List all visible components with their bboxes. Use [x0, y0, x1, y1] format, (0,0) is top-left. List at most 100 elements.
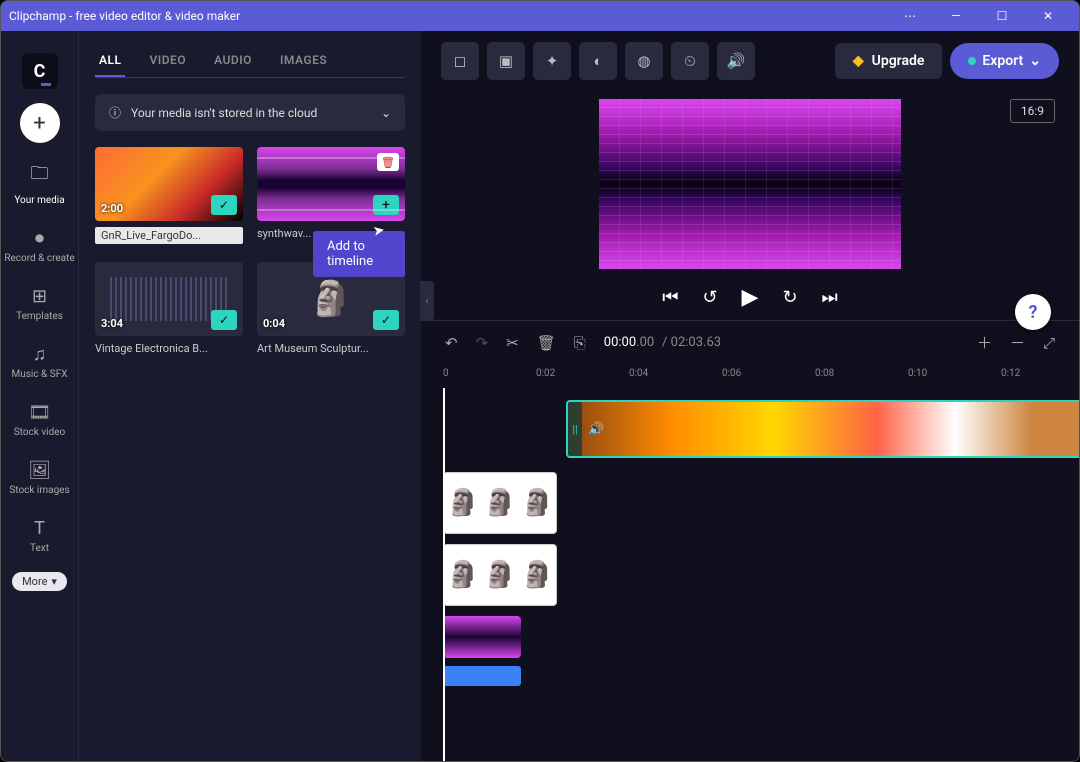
- mouse-cursor-icon: ➤: [372, 222, 386, 240]
- total-time: 02:03: [671, 335, 703, 350]
- audio-button[interactable]: 🔊: [717, 42, 755, 80]
- status-dot-icon: [968, 57, 976, 65]
- speaker-icon[interactable]: 🔊: [582, 422, 610, 437]
- timeline-clip-video[interactable]: 🗿 🗿 🗿: [443, 544, 557, 606]
- copy-button[interactable]: ⎘: [574, 334, 586, 352]
- more-dots-button[interactable]: ⋯: [887, 1, 933, 31]
- speed-button[interactable]: ⏲: [671, 42, 709, 80]
- help-button[interactable]: ?: [1015, 294, 1051, 330]
- timeline-ruler[interactable]: 0 0:02 0:04 0:06 0:08 0:10 0:12: [421, 364, 1079, 388]
- contrast-button[interactable]: ◐: [579, 42, 617, 80]
- current-time: 00:00: [604, 335, 636, 350]
- fx-button[interactable]: ✦: [533, 42, 571, 80]
- timecode-display: 00:00.00 / 02:03.63: [604, 335, 721, 350]
- thumbnail-glyph: 🗿: [484, 560, 516, 590]
- rail-label: Stock video: [14, 427, 66, 438]
- cloud-notice-text: Your media isn't stored in the cloud: [131, 106, 317, 120]
- add-to-timeline-button[interactable]: +: [373, 195, 399, 215]
- split-button[interactable]: ✂: [506, 334, 519, 352]
- rail-stock-images[interactable]: 🖼 Stock images: [1, 456, 78, 500]
- rail-more-button[interactable]: More ▾: [12, 572, 67, 591]
- zoom-out-button[interactable]: －: [1010, 332, 1025, 353]
- cloud-storage-notice[interactable]: ⓘ Your media isn't stored in the cloud ⌄: [95, 94, 405, 131]
- zoom-in-button[interactable]: ＋: [977, 332, 992, 353]
- video-preview[interactable]: [599, 99, 901, 269]
- thumbnail-glyph: 🗿: [446, 560, 478, 590]
- added-check-icon: ✓: [211, 310, 237, 330]
- add-media-button[interactable]: +: [20, 103, 60, 143]
- export-button[interactable]: Export ⌄: [950, 43, 1059, 79]
- skip-back-button[interactable]: ⏮: [662, 287, 678, 308]
- chevron-down-icon: ▾: [51, 575, 57, 588]
- close-window-button[interactable]: ✕: [1025, 1, 1071, 31]
- skip-forward-button[interactable]: ⏭: [822, 287, 838, 308]
- timeline-toolbar: ↶ ↷ ✂ 🗑 ⎘ 00:00.00 / 02:03.63 ＋ － ⤢: [421, 320, 1079, 364]
- play-button[interactable]: ▶: [742, 285, 759, 310]
- rail-label: Templates: [16, 311, 63, 322]
- ruler-tick: 0:08: [815, 368, 834, 379]
- minimize-button[interactable]: —: [933, 1, 979, 31]
- media-filename: Vintage Electronica B...: [95, 342, 243, 355]
- media-item[interactable]: 3:04 ✓ Vintage Electronica B...: [95, 262, 243, 355]
- timeline-tracks[interactable]: || 🔊 🗿 🗿 🗿 🗿 🗿 🗿: [421, 388, 1079, 761]
- ruler-tick: 0:06: [722, 368, 741, 379]
- maximize-button[interactable]: ☐: [979, 1, 1025, 31]
- timeline-clip-audio[interactable]: [443, 666, 521, 686]
- tab-all[interactable]: ALL: [95, 45, 125, 77]
- playhead[interactable]: [443, 388, 445, 761]
- media-item[interactable]: 🗑 + synthwav... Add to timeline ➤: [257, 147, 405, 244]
- media-thumbnail[interactable]: 2:00 ✓: [95, 147, 243, 221]
- media-tabs: ALL VIDEO AUDIO IMAGES: [95, 45, 405, 78]
- media-duration: 3:04: [101, 317, 123, 330]
- forward-5-button[interactable]: ↻: [782, 287, 797, 308]
- undo-button[interactable]: ↶: [445, 334, 458, 352]
- upgrade-label: Upgrade: [872, 53, 925, 69]
- filters-button[interactable]: ◍: [625, 42, 663, 80]
- more-label: More: [22, 575, 47, 588]
- timeline-clip-video[interactable]: 🗿 🗿 🗿: [443, 472, 557, 534]
- thumbnail-glyph: 🗿: [521, 488, 553, 518]
- media-filename: GnR_Live_FargoDo...: [95, 227, 243, 244]
- panel-collapse-handle[interactable]: ‹: [420, 281, 434, 321]
- diamond-icon: ◆: [853, 53, 864, 69]
- playback-controls: ⏮ ↺ ▶ ↻ ⏭: [662, 285, 838, 310]
- film-icon: 🎞: [28, 402, 51, 423]
- rail-text[interactable]: T Text: [1, 514, 78, 558]
- rail-your-media[interactable]: 🗀 Your media: [1, 157, 78, 210]
- sculpture-glyph: 🗿: [310, 279, 352, 319]
- zoom-fit-button[interactable]: ⤢: [1043, 334, 1055, 352]
- delete-media-button[interactable]: 🗑: [377, 153, 399, 171]
- rail-record-create[interactable]: ⏺ Record & create: [1, 224, 78, 268]
- delete-button[interactable]: 🗑: [537, 334, 556, 352]
- text-icon: T: [34, 518, 45, 539]
- timeline-clip-video[interactable]: || 🔊: [566, 400, 1079, 458]
- total-time-frac: .63: [703, 335, 721, 350]
- rewind-5-button[interactable]: ↺: [702, 287, 717, 308]
- media-thumbnail[interactable]: 🗑 +: [257, 147, 405, 221]
- media-thumbnail[interactable]: 3:04 ✓: [95, 262, 243, 336]
- tab-video[interactable]: VIDEO: [145, 45, 190, 77]
- rail-templates[interactable]: ⊞ Templates: [1, 282, 78, 326]
- redo-button[interactable]: ↷: [476, 334, 489, 352]
- thumbnail-glyph: 🗿: [521, 560, 553, 590]
- media-duration: 0:04: [263, 317, 285, 330]
- crop-button[interactable]: ▣: [487, 42, 525, 80]
- tab-images[interactable]: IMAGES: [276, 45, 331, 77]
- aspect-ratio-badge[interactable]: 16:9: [1010, 99, 1055, 123]
- layout-button[interactable]: ◻: [441, 42, 479, 80]
- media-item[interactable]: 2:00 ✓ GnR_Live_FargoDo...: [95, 147, 243, 244]
- window-controls: ⋯ — ☐ ✕: [887, 1, 1071, 31]
- timeline-clip-video[interactable]: [443, 616, 521, 658]
- media-panel: ALL VIDEO AUDIO IMAGES ⓘ Your media isn'…: [79, 31, 421, 761]
- clip-trim-handle[interactable]: ||: [568, 402, 582, 456]
- ruler-tick: 0:10: [908, 368, 927, 379]
- upgrade-button[interactable]: ◆ Upgrade: [835, 43, 943, 79]
- tab-audio[interactable]: AUDIO: [210, 45, 256, 77]
- rail-stock-video[interactable]: 🎞 Stock video: [1, 398, 78, 442]
- ruler-tick: 0: [443, 368, 449, 379]
- rail-music-sfx[interactable]: ♫ Music & SFX: [1, 340, 78, 384]
- ruler-tick: 0:02: [536, 368, 555, 379]
- app-logo: C: [22, 53, 58, 89]
- media-duration: 2:00: [101, 202, 123, 215]
- thumbnail-glyph: 🗿: [446, 488, 478, 518]
